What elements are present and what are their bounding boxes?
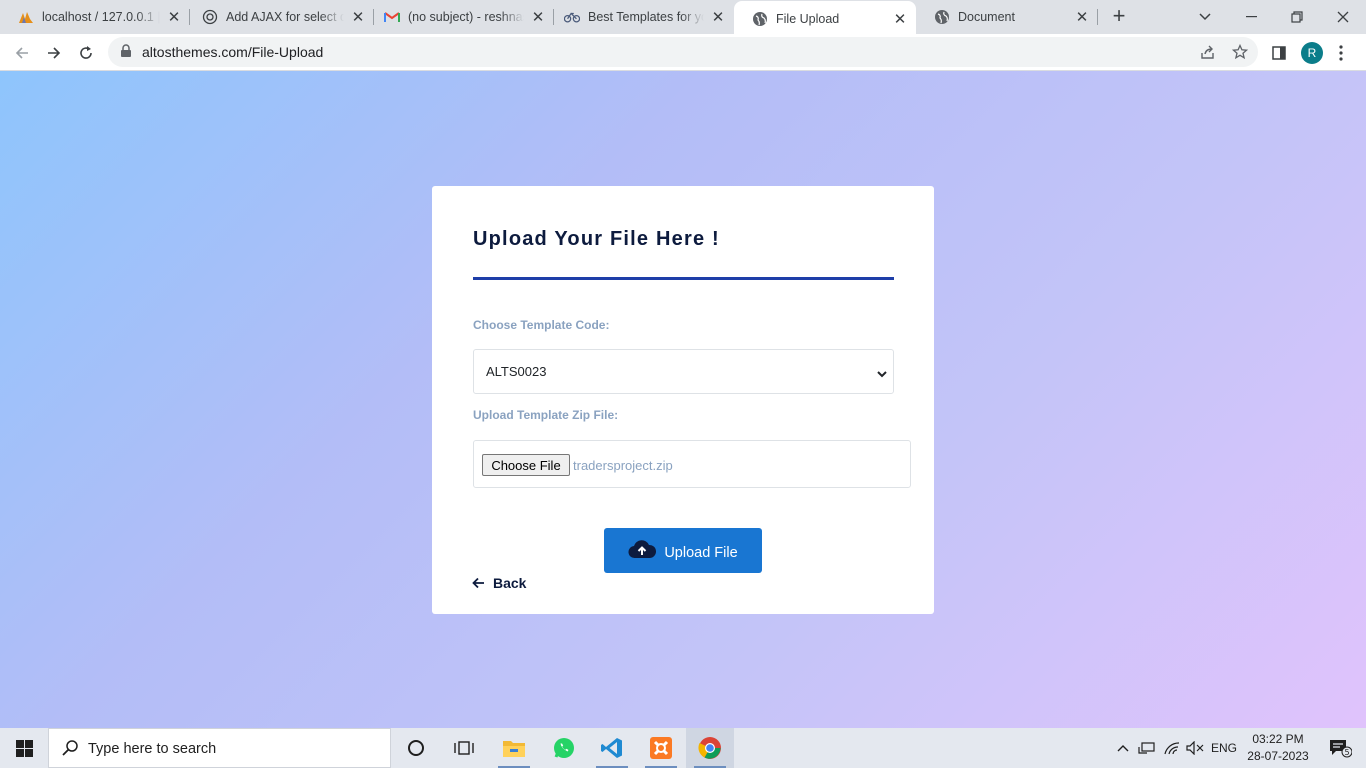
profile-avatar[interactable]: R [1301,42,1323,64]
show-hidden-icons-chevron-icon[interactable] [1112,728,1134,768]
browser-toolbar: altosthemes.com/File-Upload R [0,34,1366,71]
wifi-icon[interactable] [1160,728,1184,768]
clock-time: 03:22 PM [1252,732,1304,746]
close-icon[interactable]: ✕ [892,11,908,28]
tab-title: (no subject) - reshnas [408,10,524,24]
task-view-icon[interactable] [440,728,488,768]
template-code-select[interactable]: ALTS0023 [473,349,894,394]
kebab-menu-icon[interactable] [1329,41,1353,65]
template-code-label: Choose Template Code: [473,318,610,332]
tab-templates[interactable]: Best Templates for you ✕ [546,0,734,34]
tab-separator [1097,9,1098,25]
selected-file-name: tradersproject.zip [573,458,673,473]
arrow-left-icon [472,577,485,589]
notification-center-icon[interactable]: 5 [1320,728,1360,768]
forward-arrow-icon[interactable] [40,39,68,67]
tab-title: Add AJAX for select dropdown [226,10,344,24]
xampp-icon[interactable] [637,728,685,768]
upload-file-button[interactable]: Upload File [604,528,762,573]
back-arrow-icon[interactable] [8,39,36,67]
close-window-button[interactable] [1320,0,1366,34]
restore-button[interactable] [1274,0,1320,34]
tab-phpmyadmin[interactable]: localhost / 127.0.0.1 | phpMyAdmin ✕ [0,0,190,34]
upload-button-label: Upload File [664,545,738,561]
reload-icon[interactable] [72,39,100,67]
vscode-icon[interactable] [588,728,636,768]
tab-file-upload[interactable]: File Upload ✕ [734,1,916,36]
gmail-icon [384,9,400,25]
network-device-icon[interactable] [1136,728,1158,768]
tab-search-icon[interactable] [1182,0,1228,34]
back-link-label: Back [493,575,527,591]
notification-count: 5 [1344,748,1349,757]
taskbar-search[interactable]: Type here to search [48,728,391,768]
close-icon[interactable]: ✕ [710,9,726,26]
zip-file-input[interactable]: Choose File tradersproject.zip [473,440,911,488]
bookmark-star-icon[interactable] [1231,43,1249,61]
side-panel-icon[interactable] [1267,41,1291,65]
tab-title: Document [958,10,1015,24]
windows-taskbar: Type here to search ENG 03:22 PM 28-07-2… [0,728,1366,768]
tab-strip: localhost / 127.0.0.1 | phpMyAdmin ✕ Add… [0,0,1366,36]
minimize-button[interactable] [1228,0,1274,34]
tab-title: File Upload [776,11,840,26]
cloud-upload-icon [628,539,657,559]
page-background: Upload Your File Here ! Choose Template … [0,71,1366,728]
phpmyadmin-icon [18,9,34,25]
page-title: Upload Your File Here ! [473,228,720,250]
choose-file-button[interactable]: Choose File [482,454,570,476]
clock-date: 28-07-2023 [1247,749,1309,763]
globe-icon [752,11,768,27]
close-icon[interactable]: ✕ [350,9,366,26]
title-divider [473,277,894,280]
system-clock[interactable]: 03:22 PM 28-07-2023 [1238,731,1318,765]
zip-file-label: Upload Template Zip File: [473,408,619,422]
search-placeholder: Type here to search [88,741,217,757]
file-explorer-icon[interactable] [490,728,538,768]
back-link[interactable]: Back [472,575,526,591]
tab-document[interactable]: Document ✕ [916,0,1098,34]
template-code-value: ALTS0023 [486,364,547,379]
cortana-icon[interactable] [392,728,440,768]
chevron-down-icon [876,366,888,384]
close-icon[interactable]: ✕ [530,9,546,26]
upload-card: Upload Your File Here ! Choose Template … [432,186,934,614]
chatgpt-icon [202,9,218,25]
address-bar[interactable]: altosthemes.com/File-Upload [108,37,1258,67]
tab-ajax[interactable]: Add AJAX for select dropdown ✕ [184,0,374,34]
windows-start-icon[interactable] [0,728,48,768]
tab-title: Best Templates for you [588,10,704,24]
url-text: altosthemes.com/File-Upload [142,44,324,60]
lock-icon[interactable] [120,44,132,63]
tab-title: localhost / 127.0.0.1 | phpMyAdmin [42,10,160,24]
close-icon[interactable]: ✕ [166,9,182,26]
bicycle-icon [564,9,580,25]
close-icon[interactable]: ✕ [1074,9,1090,26]
new-tab-button[interactable]: + [1108,5,1130,28]
whatsapp-icon[interactable] [540,728,588,768]
input-language[interactable]: ENG [1208,728,1240,768]
chrome-icon[interactable] [686,728,734,768]
search-icon [61,739,79,762]
share-icon[interactable] [1199,43,1217,61]
tab-gmail[interactable]: (no subject) - reshnas ✕ [366,0,554,34]
globe-icon [934,9,950,25]
volume-muted-icon[interactable] [1184,728,1206,768]
